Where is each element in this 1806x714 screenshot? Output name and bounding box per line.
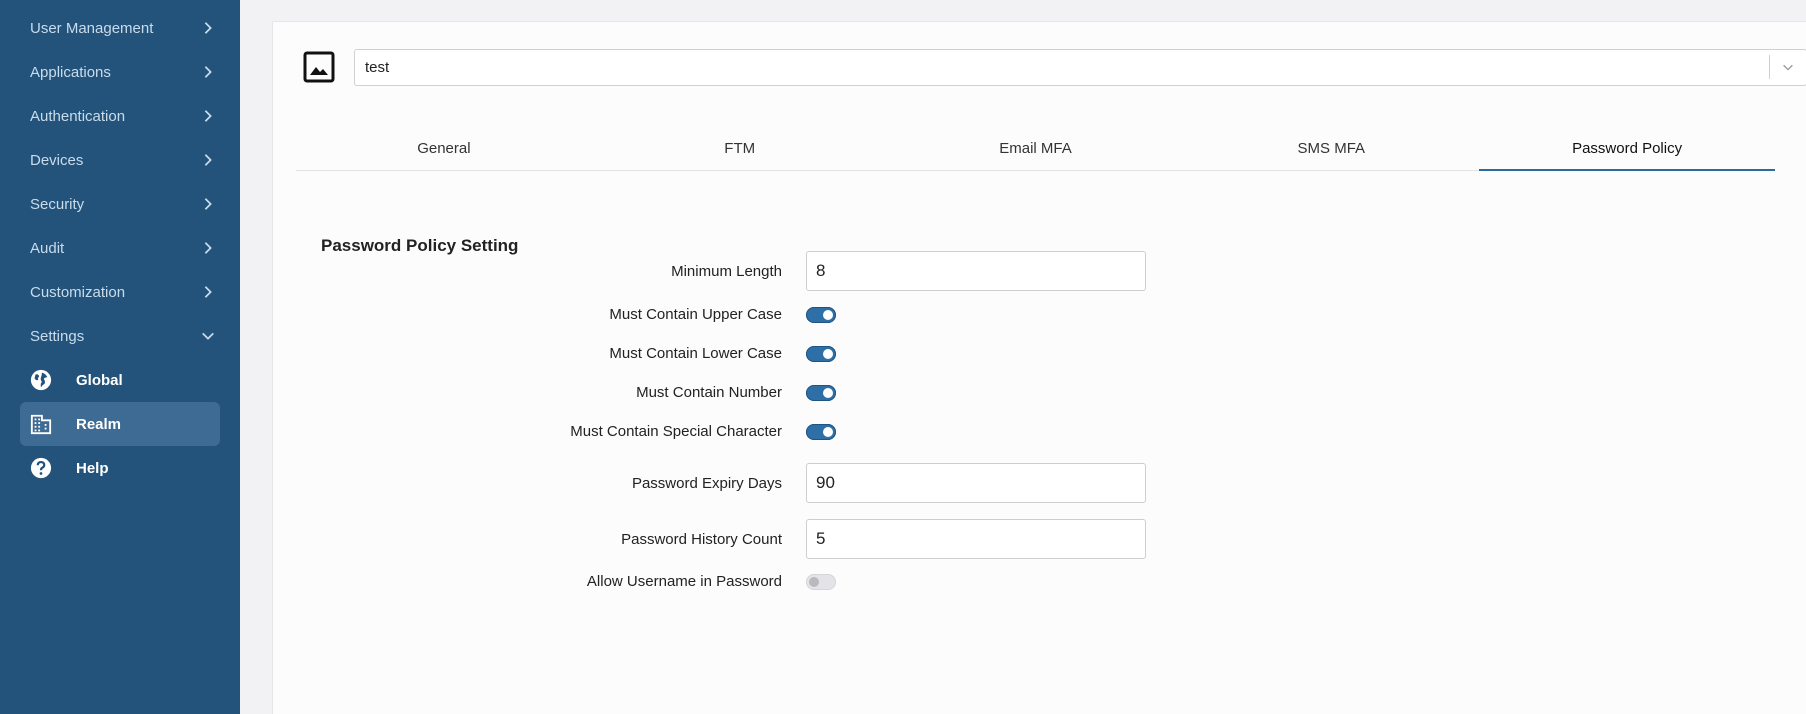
form-row-number: Must Contain Number <box>273 384 1806 401</box>
sidebar-item-label: Settings <box>30 327 85 345</box>
sidebar-item-label: Devices <box>30 151 84 169</box>
realm-select-value: test <box>365 58 390 76</box>
realm-select[interactable]: test <box>354 48 1806 86</box>
tab-sms-mfa[interactable]: SMS MFA <box>1183 126 1479 170</box>
tab-email-mfa[interactable]: Email MFA <box>888 126 1184 170</box>
chevron-right-icon <box>200 196 216 212</box>
upper-case-toggle[interactable] <box>806 306 836 323</box>
number-label: Must Contain Number <box>636 384 782 401</box>
sidebar-subitem-label: Realm <box>76 415 122 433</box>
tab-general[interactable]: General <box>296 126 592 170</box>
form-row-upper-case: Must Contain Upper Case <box>273 306 1806 323</box>
allow-username-toggle[interactable] <box>806 573 836 590</box>
toggle-knob <box>809 576 819 587</box>
sidebar-subitem-global[interactable]: Global <box>20 358 220 402</box>
min-length-label: Minimum Length <box>671 262 782 280</box>
toggle-knob <box>823 309 833 320</box>
help-icon <box>30 457 52 479</box>
sidebar-item-audit[interactable]: Audit <box>0 226 240 270</box>
sidebar-item-label: Applications <box>30 63 111 81</box>
sidebar-item-label: Authentication <box>30 107 126 125</box>
sidebar-subitem-label: Global <box>76 371 123 389</box>
image-icon <box>303 51 335 83</box>
sidebar: User Management Applications Authenticat… <box>0 0 240 714</box>
sidebar-item-label: Audit <box>30 239 65 257</box>
sidebar-subitem-label: Help <box>76 459 109 477</box>
app-root: User Management Applications Authenticat… <box>0 0 1806 714</box>
expiry-days-label: Password Expiry Days <box>631 474 782 492</box>
sidebar-subitem-help[interactable]: Help <box>20 446 220 490</box>
tab-ftm[interactable]: FTM <box>592 126 888 170</box>
form-row-lower-case: Must Contain Lower Case <box>273 345 1806 362</box>
allow-username-label: Allow Username in Password <box>586 573 782 590</box>
chevron-right-icon <box>200 20 216 36</box>
form-row-min-length: Minimum Length 8 <box>273 251 1806 291</box>
chevron-right-icon <box>200 64 216 80</box>
form-row-history-count: Password History Count 5 <box>273 519 1806 559</box>
globe-icon <box>30 369 52 391</box>
lower-case-label: Must Contain Lower Case <box>609 345 782 362</box>
toggle-knob <box>823 426 833 437</box>
upper-case-label: Must Contain Upper Case <box>609 306 782 323</box>
form-row-allow-username: Allow Username in Password <box>273 573 1806 590</box>
sidebar-item-customization[interactable]: Customization <box>0 270 240 314</box>
form-row-expiry-days: Password Expiry Days 90 <box>273 463 1806 503</box>
building-icon <box>30 413 52 435</box>
chevron-right-icon <box>200 240 216 256</box>
sidebar-item-label: Security <box>30 195 85 213</box>
history-count-label: Password History Count <box>621 530 782 548</box>
special-char-label: Must Contain Special Character <box>570 423 782 440</box>
sidebar-subitem-realm[interactable]: Realm <box>20 402 220 446</box>
chevron-right-icon <box>200 152 216 168</box>
main-content: test General FTM Email MFA SMS MFA Passw… <box>240 0 1806 714</box>
special-char-toggle[interactable] <box>806 423 836 440</box>
chevron-right-icon <box>200 284 216 300</box>
chevron-right-icon <box>200 108 216 124</box>
sidebar-item-settings[interactable]: Settings <box>0 314 240 358</box>
sidebar-item-authentication[interactable]: Authentication <box>0 94 240 138</box>
expiry-days-input[interactable]: 90 <box>806 463 1146 503</box>
toggle-knob <box>823 387 833 398</box>
sidebar-item-label: Customization <box>30 283 126 301</box>
form-row-special-char: Must Contain Special Character <box>273 423 1806 440</box>
sidebar-item-devices[interactable]: Devices <box>0 138 240 182</box>
tab-password-policy[interactable]: Password Policy <box>1479 126 1775 171</box>
settings-panel: test General FTM Email MFA SMS MFA Passw… <box>272 21 1806 714</box>
realm-selector-row: test <box>303 48 1806 86</box>
chevron-down-icon <box>200 328 216 344</box>
toggle-knob <box>823 348 833 359</box>
history-count-input[interactable]: 5 <box>806 519 1146 559</box>
number-toggle[interactable] <box>806 384 836 401</box>
sidebar-item-applications[interactable]: Applications <box>0 50 240 94</box>
sidebar-item-security[interactable]: Security <box>0 182 240 226</box>
lower-case-toggle[interactable] <box>806 345 836 362</box>
sidebar-item-label: User Management <box>30 19 154 37</box>
chevron-down-icon[interactable] <box>1770 60 1806 74</box>
settings-tabs: General FTM Email MFA SMS MFA Password P… <box>296 126 1775 171</box>
min-length-input[interactable]: 8 <box>806 251 1146 291</box>
sidebar-item-user-management[interactable]: User Management <box>0 6 240 50</box>
